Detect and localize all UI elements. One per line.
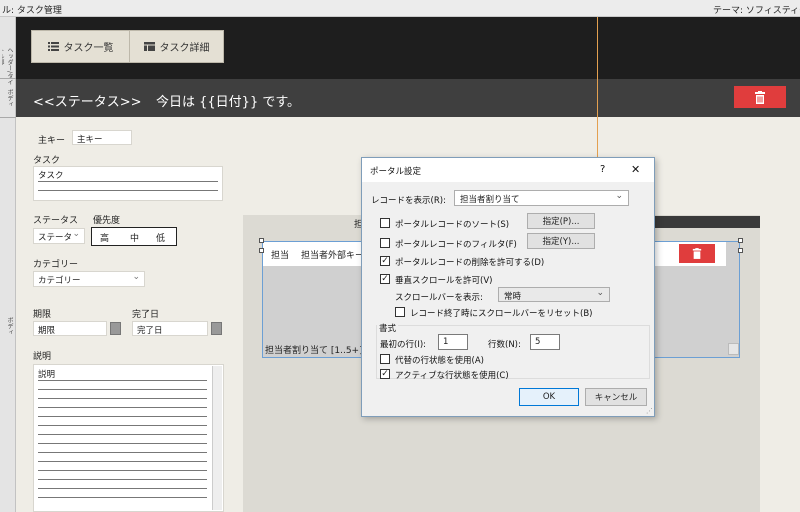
allow-delete-label: ポータルレコードの削除を許可する(D)	[395, 258, 545, 268]
allow-delete-checkbox[interactable]: ✓	[380, 256, 390, 266]
category-dropdown[interactable]: カテゴリー	[33, 271, 145, 287]
ok-button[interactable]: OK	[519, 388, 579, 406]
portal-footer-label: 担当者割り当て [1..5+]	[265, 346, 363, 356]
allow-scroll-checkbox[interactable]: ✓	[380, 274, 390, 284]
desc-scrollbar[interactable]	[212, 366, 222, 510]
rows-label: 行数(N):	[488, 340, 521, 350]
priority-mid[interactable]: 中	[130, 231, 139, 244]
desc-label: 説明	[33, 352, 52, 362]
active-state-checkbox[interactable]: ✓	[380, 369, 390, 379]
done-label: 完了日	[132, 310, 160, 320]
first-row-input[interactable]: 1	[438, 334, 468, 350]
nav-button-bar: タスク一覧 タスク詳細	[31, 30, 224, 63]
part-label-strip: ヘッダー/タイトル部 ボディ ボディ	[0, 17, 16, 512]
part-label-body-2[interactable]: ボディ	[2, 317, 14, 342]
sort-specify-button[interactable]: 指定(P)...	[527, 213, 595, 229]
task-label: タスク	[33, 156, 61, 166]
portal-delete-button[interactable]	[679, 244, 715, 263]
selection-handle[interactable]	[738, 238, 743, 243]
show-records-select[interactable]: 担当者割り当て	[454, 190, 629, 206]
alt-state-label: 代替の行状態を使用(A)	[395, 356, 484, 366]
due-calendar-icon[interactable]	[110, 322, 121, 335]
done-field[interactable]: 完了日	[132, 321, 208, 336]
rows-input[interactable]: 5	[530, 334, 560, 350]
selection-handle[interactable]	[259, 248, 264, 253]
selection-handle[interactable]	[738, 248, 743, 253]
sort-label: ポータルレコードのソート(S)	[395, 220, 510, 230]
category-label: カテゴリー	[33, 260, 79, 270]
due-field[interactable]: 期限	[33, 321, 107, 336]
status-merge-field[interactable]: <<ステータス>>	[33, 91, 142, 110]
due-label: 期限	[33, 310, 52, 320]
status-dropdown[interactable]: ステータ	[33, 228, 85, 244]
reset-scroll-label: レコード終了時にスクロールバーをリセット(B)	[410, 309, 593, 319]
scrollbar-display-select[interactable]: 常時	[498, 287, 610, 302]
dialog-title-bar: ポータル設定 ? ✕	[362, 158, 654, 182]
task-list-button[interactable]: タスク一覧	[32, 31, 130, 62]
help-icon[interactable]: ?	[600, 164, 605, 175]
alt-state-checkbox[interactable]	[380, 354, 390, 364]
portal-field-2[interactable]: 担当者外部キー	[301, 248, 364, 261]
resize-grip-icon[interactable]: ⋰	[646, 407, 653, 415]
layout-name: ル: タスク管理	[2, 6, 62, 16]
sort-checkbox[interactable]	[380, 218, 390, 228]
part-label-body[interactable]: ボディ	[2, 89, 14, 114]
scrollbar-display-label: スクロールバーを表示:	[395, 293, 483, 303]
primary-key-label: 主キー	[38, 136, 66, 146]
trash-icon	[755, 90, 765, 104]
list-icon	[47, 42, 59, 51]
priority-label: 優先度	[93, 216, 121, 226]
theme-name: テーマ: ソフィスティケーテ	[713, 6, 800, 16]
priority-low[interactable]: 低	[156, 231, 165, 244]
filter-label: ポータルレコードのフィルタ(F)	[395, 240, 517, 250]
dialog-title: ポータル設定	[370, 167, 422, 177]
done-calendar-icon[interactable]	[211, 322, 222, 335]
portal-field-1[interactable]: 担当	[271, 248, 289, 261]
priority-high[interactable]: 高	[100, 231, 109, 244]
active-state-label: アクティブな行状態を使用(C)	[395, 371, 509, 381]
primary-key-field[interactable]: 主キー	[72, 130, 132, 145]
show-records-label: レコードを表示(R):	[371, 196, 446, 206]
portal-settings-dialog: ポータル設定 ? ✕ レコードを表示(R): 担当者割り当て ポータルレコードの…	[361, 157, 655, 417]
task-field[interactable]: タスク	[33, 166, 223, 201]
trash-icon	[692, 248, 702, 259]
priority-radio-group: 高 中 低	[91, 227, 177, 246]
close-icon[interactable]: ✕	[631, 163, 640, 176]
task-detail-label: タスク詳細	[159, 43, 210, 54]
reset-scroll-checkbox[interactable]	[395, 307, 405, 317]
allow-scroll-label: 垂直スクロールを許可(V)	[395, 276, 493, 286]
selection-handle[interactable]	[259, 238, 264, 243]
cancel-button[interactable]: キャンセル	[585, 388, 647, 406]
task-detail-button[interactable]: タスク詳細	[130, 31, 223, 62]
detail-icon	[143, 42, 155, 51]
filter-specify-button[interactable]: 指定(Y)...	[527, 233, 595, 249]
portal-scroll-down-icon[interactable]	[728, 343, 739, 355]
layout-title-bar: ル: タスク管理 テーマ: ソフィスティケーテ	[0, 0, 800, 17]
today-text[interactable]: 今日は {{日付}} です。	[156, 91, 300, 110]
task-list-label: タスク一覧	[63, 43, 114, 54]
format-group-label: 書式	[377, 322, 399, 334]
status-label: ステータス	[33, 216, 79, 226]
desc-field[interactable]: 説明	[33, 364, 224, 512]
portal-header-bar	[650, 216, 760, 228]
filter-checkbox[interactable]	[380, 238, 390, 248]
part-label-header[interactable]: ヘッダー/タイトル部	[2, 47, 14, 87]
delete-record-button[interactable]	[734, 86, 786, 108]
first-row-label: 最初の行(I):	[380, 340, 427, 350]
